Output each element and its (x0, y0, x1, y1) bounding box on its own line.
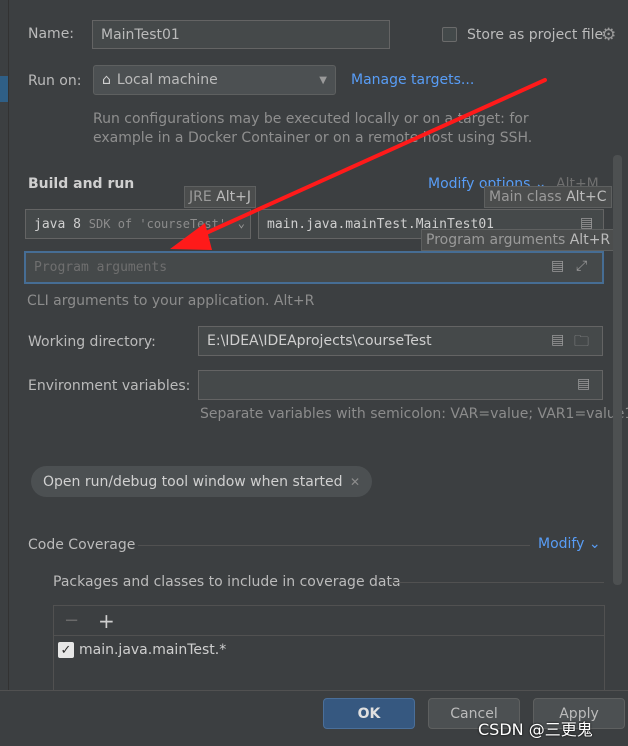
arrow-head (170, 223, 212, 250)
annotation-arrow (170, 78, 547, 250)
arrow-shaft (193, 78, 547, 240)
